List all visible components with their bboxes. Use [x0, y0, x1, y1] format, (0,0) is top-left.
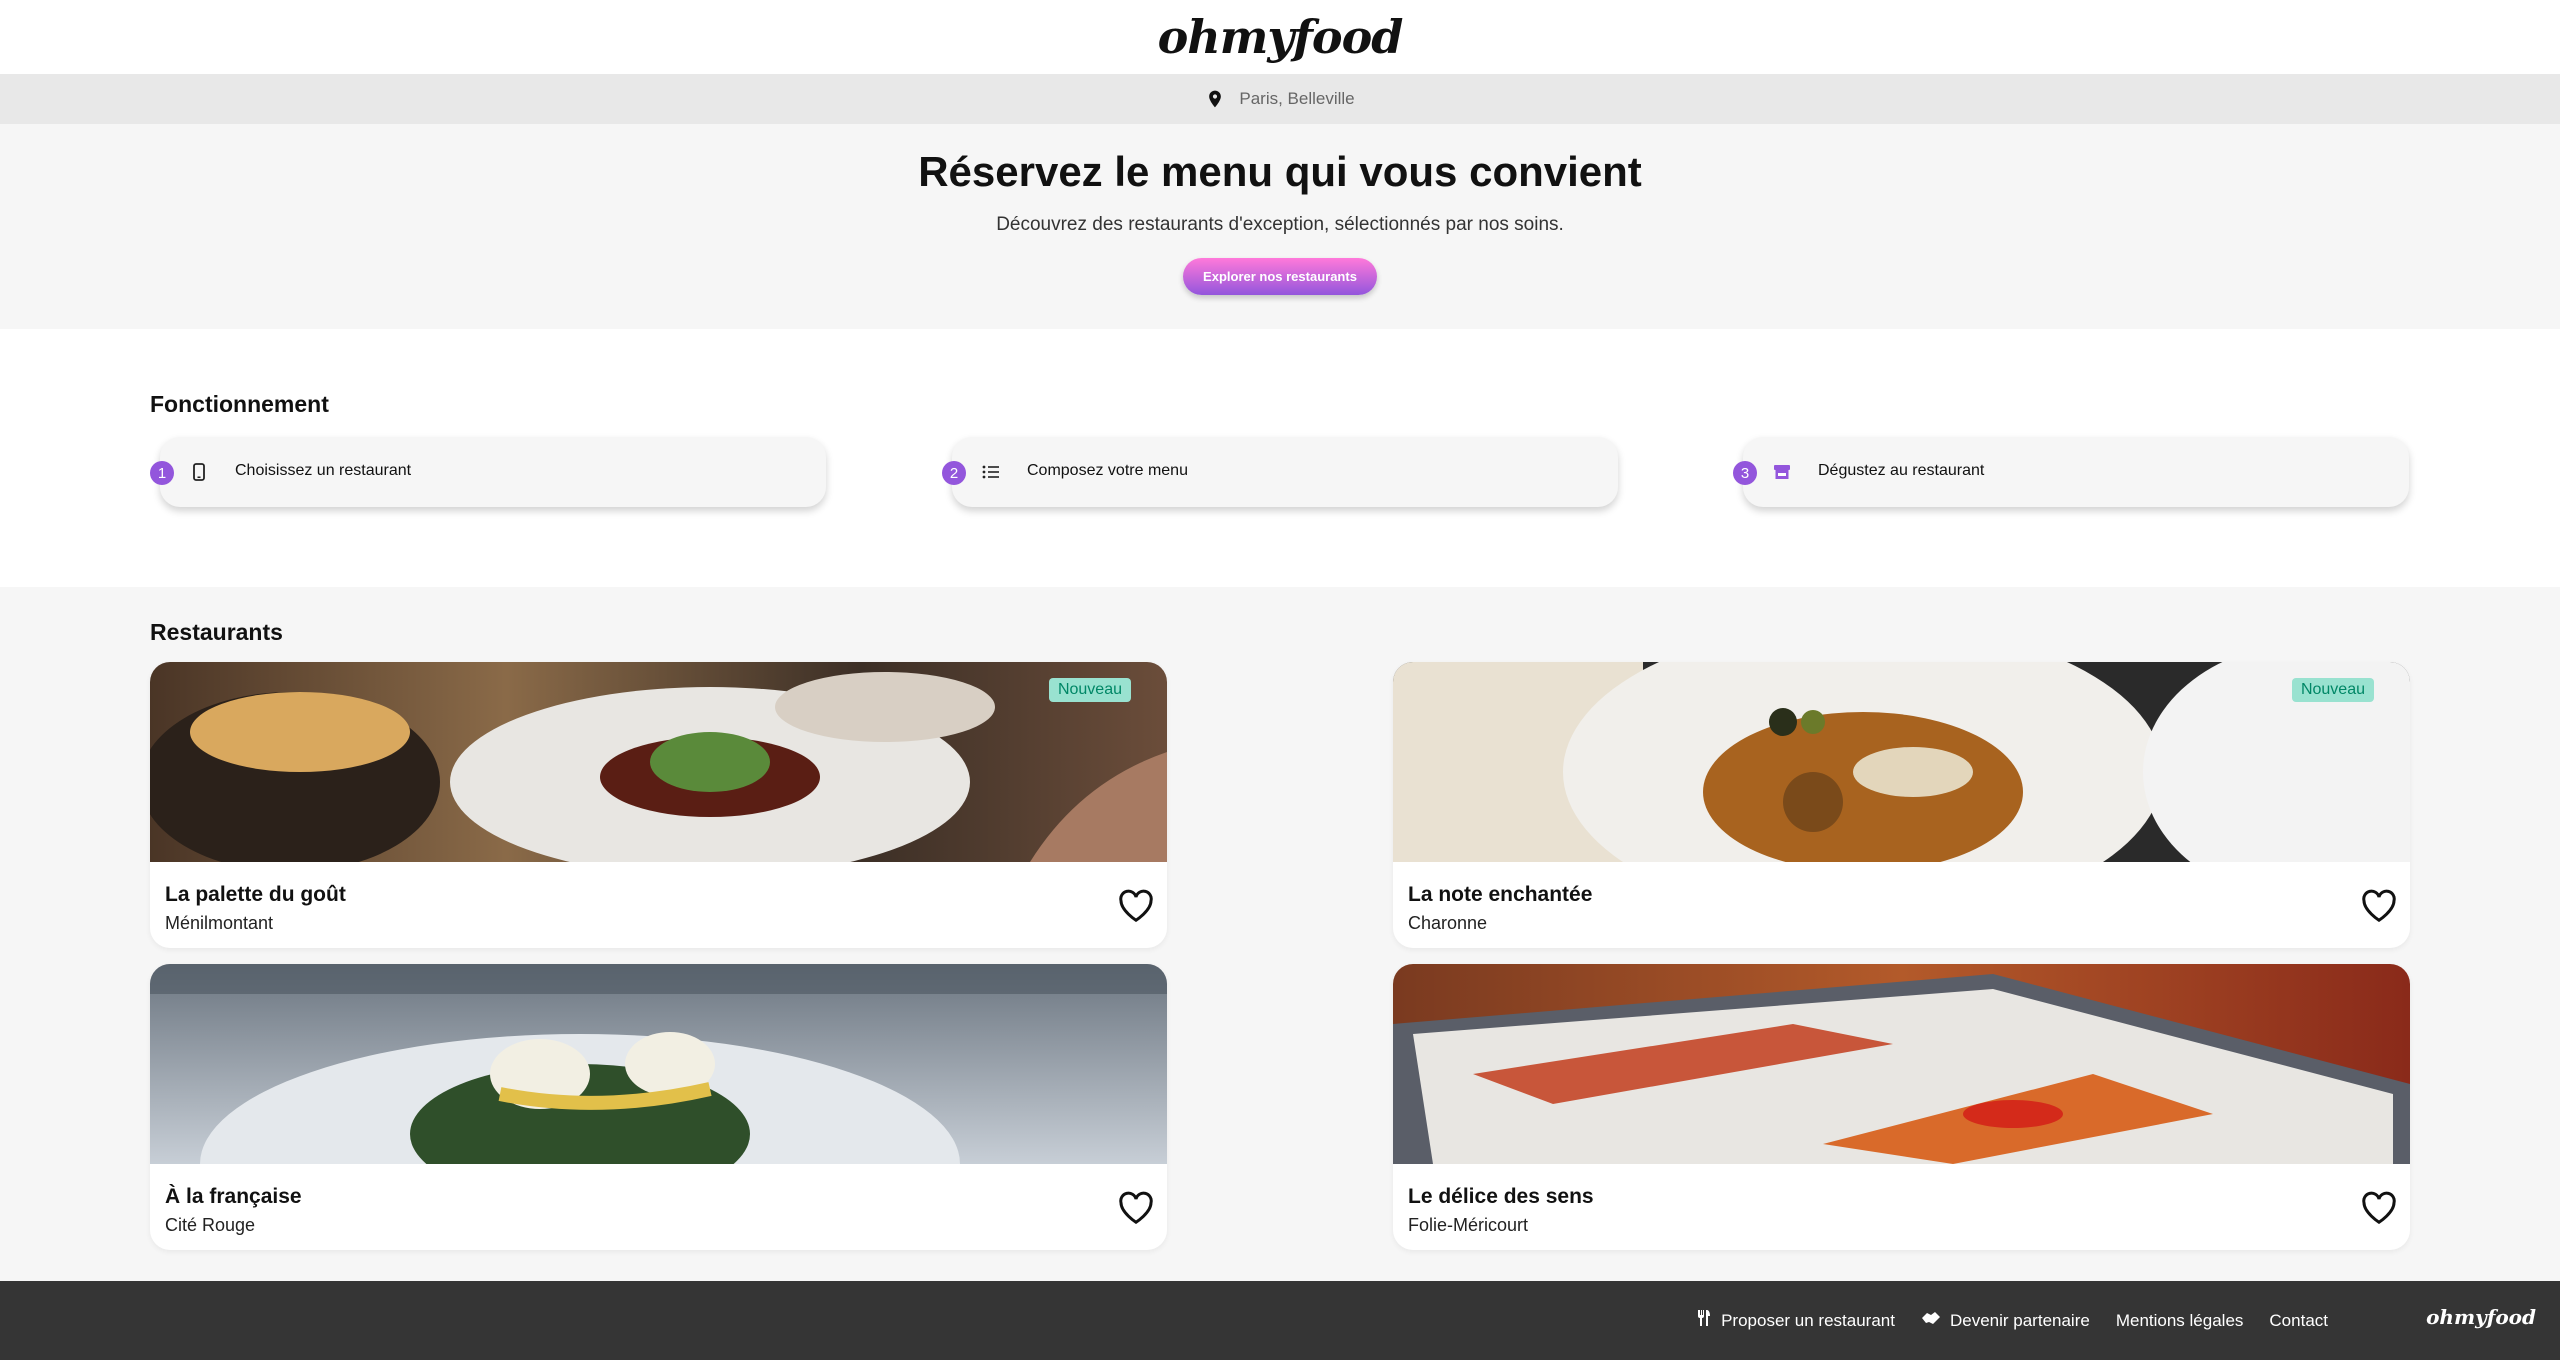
restaurant-card[interactable]: Nouveau La note enchantée Charonne: [1393, 662, 2410, 948]
step-label: Composez votre menu: [1027, 462, 1188, 479]
new-badge: Nouveau: [2291, 678, 2374, 702]
location-bar: Paris, Belleville: [0, 74, 2560, 124]
restaurant-area: Folie-Méricourt: [1408, 1215, 1529, 1235]
step-label: Dégustez au restaurant: [1818, 462, 1985, 479]
hero-title: Réservez le menu qui vous convient: [918, 148, 1642, 195]
restaurants-section: Restaurants Nouveau La palette du goût M…: [0, 587, 2560, 1281]
footer-link-label: Proposer un restaurant: [1721, 1310, 1895, 1330]
restaurant-photo: [1393, 662, 2410, 862]
store-icon: [1773, 463, 1791, 481]
site-footer: Proposer un restaurant Devenir partenair…: [0, 1281, 2560, 1360]
step-number: 3: [1733, 461, 1757, 485]
step-1: 1 Choisissez un restaurant: [150, 437, 826, 507]
explore-restaurants-button[interactable]: Explorer nos restaurants: [1183, 258, 1377, 295]
restaurant-area: Ménilmontant: [165, 913, 274, 933]
restaurant-name: La palette du goût: [165, 883, 346, 906]
restaurant-area: Charonne: [1408, 913, 1488, 933]
section-title: Fonctionnement: [150, 391, 329, 417]
restaurant-card[interactable]: À la française Cité Rouge: [150, 964, 1167, 1250]
footer-links: Proposer un restaurant Devenir partenair…: [1696, 1281, 2328, 1360]
list-icon: [982, 463, 1000, 481]
how-it-works-section: Fonctionnement 1 Choisissez un restauran…: [0, 329, 2560, 587]
step-2: 2 Composez votre menu: [942, 437, 1618, 507]
heart-icon[interactable]: [1118, 889, 1154, 923]
footer-link-contact[interactable]: Contact: [2269, 1311, 2328, 1331]
step-label: Choisissez un restaurant: [235, 462, 412, 479]
heart-icon[interactable]: [2361, 889, 2397, 923]
handshake-icon: [1921, 1310, 1941, 1331]
site-header: ohmyfood: [0, 0, 2560, 74]
new-badge: Nouveau: [1048, 678, 1131, 702]
section-title: Restaurants: [150, 619, 283, 645]
restaurant-name: La note enchantée: [1408, 883, 1593, 906]
hero-section: Réservez le menu qui vous convient Décou…: [0, 124, 2560, 329]
heart-icon[interactable]: [1118, 1191, 1154, 1225]
step-3: 3 Dégustez au restaurant: [1733, 437, 2409, 507]
site-logo[interactable]: ohmyfood: [1158, 10, 1404, 64]
restaurant-photo: [150, 964, 1167, 1164]
restaurant-name: Le délice des sens: [1408, 1185, 1594, 1208]
heart-icon[interactable]: [2361, 1191, 2397, 1225]
hero-subtitle: Découvrez des restaurants d'exception, s…: [996, 214, 1564, 235]
footer-link-label: Contact: [2269, 1310, 2328, 1330]
location-text: Paris, Belleville: [1239, 89, 1355, 108]
step-number: 1: [150, 461, 174, 485]
footer-logo[interactable]: ohmyfood: [2426, 1305, 2536, 1329]
restaurant-name: À la française: [165, 1185, 302, 1208]
restaurant-photo: [150, 662, 1167, 862]
footer-link-label: Devenir partenaire: [1949, 1310, 2090, 1330]
map-pin-icon: [1205, 89, 1225, 109]
restaurant-photo: [1393, 964, 2410, 1164]
restaurant-card[interactable]: Le délice des sens Folie-Méricourt: [1393, 964, 2410, 1250]
utensils-icon: [1696, 1309, 1712, 1332]
restaurant-area: Cité Rouge: [165, 1215, 256, 1235]
phone-icon: [190, 463, 208, 481]
step-number: 2: [942, 461, 966, 485]
footer-link-partner[interactable]: Devenir partenaire: [1921, 1310, 2090, 1331]
restaurant-card[interactable]: Nouveau La palette du goût Ménilmontant: [150, 662, 1167, 948]
footer-link-label: Mentions légales: [2115, 1310, 2244, 1330]
footer-link-propose[interactable]: Proposer un restaurant: [1696, 1309, 1895, 1332]
footer-link-legal[interactable]: Mentions légales: [2116, 1311, 2244, 1331]
